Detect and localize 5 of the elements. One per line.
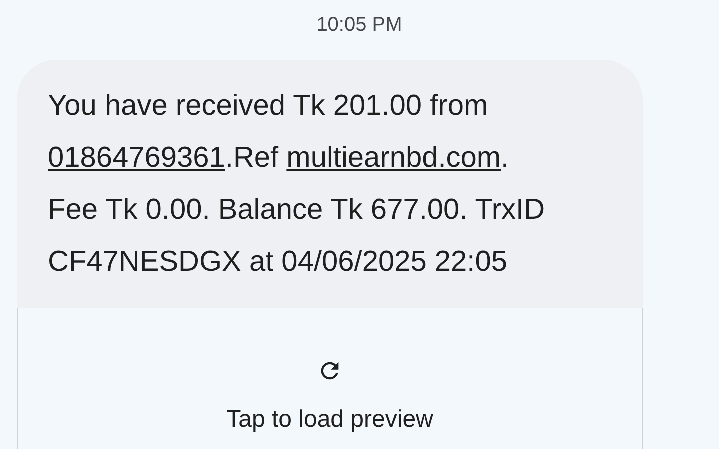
load-preview-button[interactable]: Tap to load preview: [17, 308, 643, 449]
message-text: You have received Tk 201.00 from 01864769361.Ref multiearnbd.com. Fee Tk 0.00. Balance Tk 677.00. TrxID CF47NESDGX at 04/06/2025 22:05: [48, 89, 546, 280]
message-link[interactable]: 01864769361: [48, 142, 226, 174]
message-timestamp: 10:05 PM: [316, 13, 404, 38]
message-link[interactable]: multiearnbd.com: [286, 142, 502, 174]
